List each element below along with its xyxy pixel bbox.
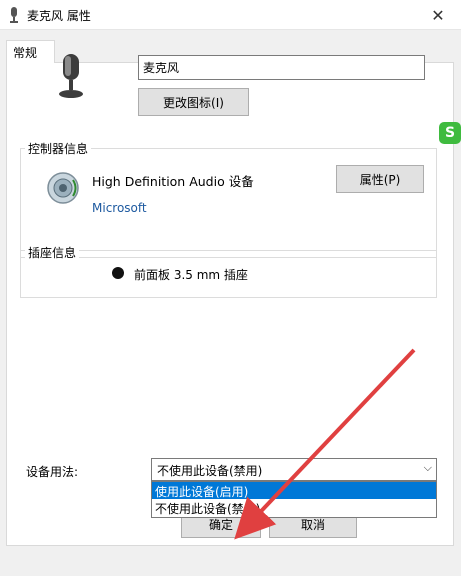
device-usage-label: 设备用法: — [26, 465, 79, 479]
close-icon: ✕ — [431, 5, 445, 25]
device-name-input[interactable] — [138, 55, 425, 80]
chevron-down-icon[interactable]: ⌵ — [424, 461, 432, 475]
change-icon-button[interactable]: 更改图标(I) — [138, 88, 249, 116]
jack-description: 前面板 3.5 mm 插座 — [134, 268, 248, 282]
controller-info-label: 控制器信息 — [25, 140, 92, 157]
device-usage-dropdown: 使用此设备(启用) 不使用此设备(禁用) — [151, 481, 437, 518]
jack-info-label: 插座信息 — [25, 244, 80, 261]
option-disable-device[interactable]: 不使用此设备(禁用) — [152, 499, 436, 516]
tab-general[interactable]: 常规 — [6, 40, 55, 63]
controller-device-name: High Definition Audio 设备 — [92, 174, 254, 189]
properties-button[interactable]: 属性(P) — [336, 165, 424, 193]
device-usage-selected-value: 不使用此设备(禁用) — [157, 464, 263, 478]
ime-badge-icon[interactable]: S — [439, 122, 461, 144]
manufacturer-name: Microsoft — [92, 201, 147, 215]
mic-icon — [59, 54, 83, 98]
window-title: 麦克风 属性 — [27, 9, 91, 23]
title-bar: 麦克风 属性 ✕ — [0, 0, 461, 30]
device-usage-select[interactable]: 不使用此设备(禁用) ⌵ — [151, 458, 437, 481]
jack-color-indicator — [112, 267, 124, 279]
mic-small-icon — [10, 7, 18, 23]
speaker-icon — [47, 172, 79, 204]
option-enable-device[interactable]: 使用此设备(启用) — [152, 482, 436, 499]
close-button[interactable]: ✕ — [415, 0, 461, 30]
